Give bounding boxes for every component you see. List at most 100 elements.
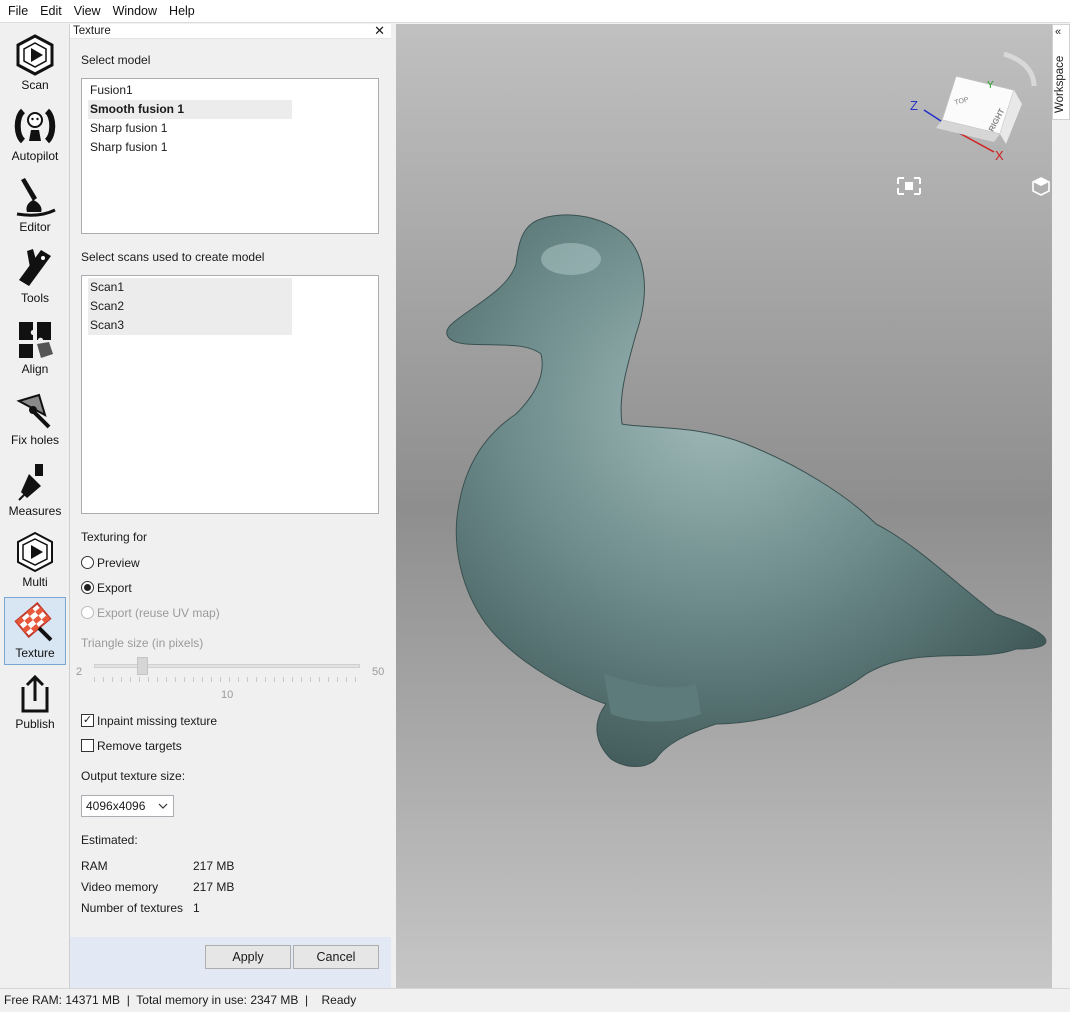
close-icon[interactable]: ✕: [374, 24, 385, 38]
tool-label: Fix holes: [10, 433, 60, 447]
output-size-label: Output texture size:: [81, 769, 186, 783]
preview-label: Preview: [97, 556, 140, 570]
menu-help[interactable]: Help: [163, 0, 201, 23]
scan-list[interactable]: Scan1 Scan2 Scan3: [81, 275, 379, 514]
apply-button[interactable]: Apply: [205, 945, 291, 969]
tool-label: Texture: [15, 646, 55, 660]
textures-count-label: Number of textures: [81, 901, 184, 915]
cancel-button[interactable]: Cancel: [293, 945, 379, 969]
triangle-size-track[interactable]: [94, 664, 360, 668]
fit-view-icon[interactable]: [897, 177, 921, 195]
axis-y-label: Y: [987, 80, 994, 91]
ram-value: 217 MB: [193, 859, 235, 873]
menu-bar: File Edit View Window Help: [0, 0, 1070, 23]
left-toolbar: Scan Autopilot Editor Tools Align Fix ho…: [0, 24, 70, 988]
tool-label: Autopilot: [11, 149, 59, 163]
axis-x-label: X: [995, 148, 1004, 163]
chevron-down-icon: [158, 803, 168, 809]
workspace-label: Workspace: [1054, 55, 1066, 113]
tool-scan[interactable]: Scan: [4, 30, 66, 98]
list-item[interactable]: Sharp fusion 1: [88, 138, 292, 157]
inpaint-label: Inpaint missing texture: [97, 714, 218, 728]
output-size-select[interactable]: 4096x4096: [81, 795, 174, 817]
free-ram-status: Free RAM: 14371 MB: [4, 993, 121, 1007]
viewport-canvas: Z X Y TOP RIGHT: [446, 51, 1050, 767]
inpaint-checkbox[interactable]: ✓: [81, 714, 94, 727]
chevron-left-icon[interactable]: «: [1055, 26, 1061, 38]
ram-label: RAM: [81, 859, 108, 873]
export-radio[interactable]: [81, 581, 94, 594]
menu-file[interactable]: File: [2, 0, 34, 23]
publish-icon: [21, 674, 49, 713]
tool-texture[interactable]: Texture: [4, 597, 66, 665]
ready-status: Ready: [321, 993, 357, 1007]
fix-holes-icon: [16, 393, 51, 429]
axis-z-label: Z: [910, 98, 918, 113]
tool-editor[interactable]: Editor: [4, 172, 66, 240]
menu-view[interactable]: View: [68, 0, 107, 23]
rotate-arc[interactable]: [1003, 51, 1037, 87]
measures-icon: [18, 464, 43, 501]
list-item[interactable]: Scan1: [88, 278, 292, 297]
tool-label: Scan: [21, 78, 49, 92]
tool-multi[interactable]: Multi: [4, 527, 66, 595]
tool-label: Tools: [20, 291, 49, 305]
tool-publish[interactable]: Publish: [4, 669, 66, 737]
tool-label: Measures: [8, 504, 62, 518]
texturing-for-label: Texturing for: [81, 530, 148, 544]
estimated-title: Estimated:: [81, 833, 138, 847]
video-memory-label: Video memory: [81, 880, 159, 894]
align-icon: [19, 322, 53, 358]
slider-max: 50: [372, 666, 385, 678]
panel-title: Texture: [70, 24, 391, 39]
select-model-label: Select model: [81, 53, 151, 67]
export-reuse-radio[interactable]: [81, 606, 94, 619]
tool-label: Publish: [15, 717, 55, 731]
tool-autopilot[interactable]: Autopilot: [4, 101, 66, 169]
remove-targets-checkbox[interactable]: [81, 739, 94, 752]
video-memory-value: 217 MB: [193, 880, 235, 894]
multi-icon: [17, 531, 53, 573]
menu-window[interactable]: Window: [107, 0, 163, 23]
output-size-value: 4096x4096: [86, 799, 146, 813]
texture-icon: [14, 602, 53, 642]
status-divider: |: [301, 993, 319, 1007]
list-item[interactable]: Sharp fusion 1: [88, 119, 292, 138]
3d-model[interactable]: [446, 214, 1047, 767]
list-item-selected[interactable]: Smooth fusion 1: [88, 100, 292, 119]
slider-min: 2: [76, 666, 83, 678]
perspective-cube-icon[interactable]: [1032, 177, 1050, 196]
export-reuse-label: Export (reuse UV map): [97, 606, 220, 620]
list-item[interactable]: Scan2: [88, 297, 292, 316]
select-scans-label: Select scans used to create model: [81, 250, 265, 264]
tool-label: Multi: [22, 575, 48, 589]
remove-targets-label: Remove targets: [97, 739, 182, 753]
slider-ticks: [94, 677, 360, 682]
editor-icon: [16, 178, 56, 217]
menu-edit[interactable]: Edit: [34, 0, 68, 23]
tool-align[interactable]: Align: [4, 314, 66, 382]
tool-tools[interactable]: Tools: [4, 243, 66, 311]
textures-count-value: 1: [193, 901, 200, 915]
tool-label: Align: [21, 362, 49, 376]
texture-panel: Texture ✕ Select model Fusion1 Smooth fu…: [70, 24, 391, 988]
tool-fix-holes[interactable]: Fix holes: [4, 385, 66, 453]
tool-label: Editor: [19, 220, 51, 234]
triangle-size-label: Triangle size (in pixels): [81, 636, 204, 650]
scan-icon: [16, 34, 54, 76]
total-memory-status: Total memory in use: 2347 MB: [136, 993, 299, 1007]
view-cube[interactable]: [923, 51, 1037, 153]
slider-value: 10: [221, 689, 234, 701]
workspace-sidebar: [1052, 24, 1070, 988]
status-bar: Free RAM: 14371 MB | Total memory in use…: [0, 988, 1070, 1012]
model-list[interactable]: Fusion1 Smooth fusion 1 Sharp fusion 1 S…: [81, 78, 379, 234]
list-item[interactable]: Scan3: [88, 316, 292, 335]
preview-radio[interactable]: [81, 556, 94, 569]
export-label: Export: [97, 581, 132, 595]
tool-measures[interactable]: Measures: [4, 456, 66, 524]
triangle-size-slider[interactable]: [137, 657, 148, 675]
3d-model-highlight: [541, 243, 601, 275]
list-item[interactable]: Fusion1: [88, 81, 292, 100]
3d-viewport[interactable]: Z X Y TOP RIGHT: [396, 24, 1052, 988]
autopilot-icon: [14, 108, 56, 144]
